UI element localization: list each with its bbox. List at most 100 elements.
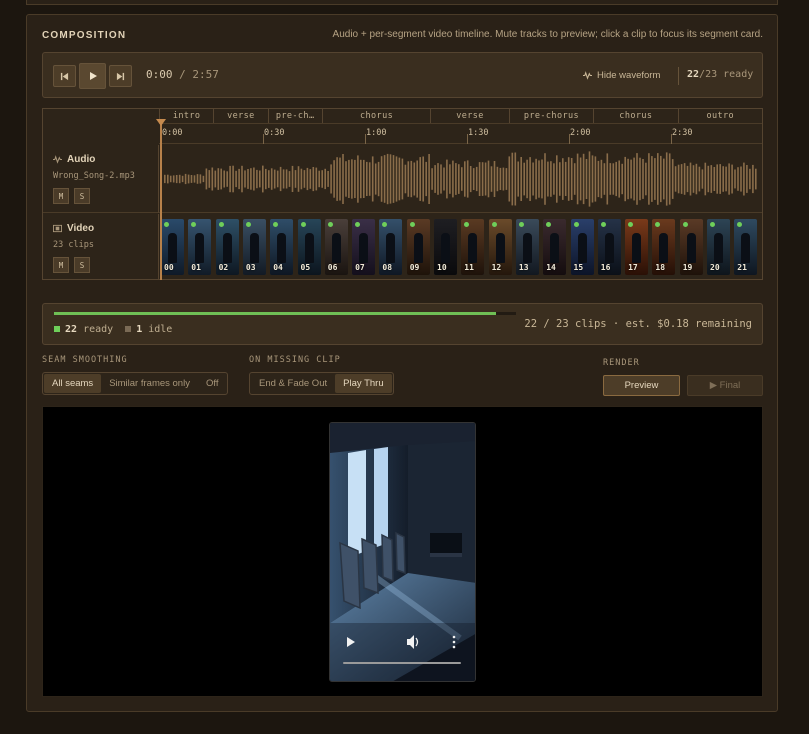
clip-thumbnail[interactable]: 01 — [188, 219, 212, 275]
clip-thumbnail[interactable]: 06 — [324, 219, 348, 275]
clip-thumbnail[interactable]: 18 — [652, 219, 676, 275]
audio-solo-button[interactable]: S — [74, 188, 90, 204]
segment-label[interactable]: outro — [677, 109, 762, 123]
clip-figure — [413, 233, 423, 263]
missing-option-fade[interactable]: End & Fade Out — [251, 374, 335, 393]
segment-label[interactable]: verse — [430, 109, 508, 123]
missing-option-play-thru[interactable]: Play Thru — [335, 374, 392, 393]
segment-label[interactable]: intro — [159, 109, 213, 123]
clip-thumbnail[interactable]: 21 — [734, 219, 758, 275]
clip-number: 04 — [273, 263, 283, 272]
clip-ready-dot — [573, 222, 579, 227]
clip-thumbnail[interactable]: 09 — [406, 219, 430, 275]
clip-figure — [386, 233, 396, 263]
progress-bar-fill — [54, 312, 496, 315]
clip-number: 17 — [628, 263, 638, 272]
clip-thumbnail[interactable]: 14 — [543, 219, 567, 275]
clip-figure — [659, 233, 669, 263]
skip-forward-button[interactable] — [109, 65, 132, 87]
ready-count: 22 — [687, 69, 700, 80]
clip-thumbnail[interactable]: 17 — [625, 219, 649, 275]
waveform-icon — [583, 71, 592, 80]
clip-figure — [195, 233, 205, 263]
play-button[interactable] — [79, 63, 106, 89]
final-render-button[interactable]: ▶ Final — [687, 375, 763, 396]
clip-thumbnail[interactable]: 02 — [215, 219, 239, 275]
clip-thumbnail[interactable]: 13 — [515, 219, 539, 275]
clip-figure — [741, 233, 751, 263]
clip-thumbnail[interactable]: 05 — [297, 219, 321, 275]
clip-thumbnail[interactable]: 16 — [597, 219, 621, 275]
clip-number: 19 — [682, 263, 693, 272]
playhead[interactable] — [160, 120, 162, 280]
video-player[interactable] — [329, 422, 476, 682]
ready-legend: 22 ready — [54, 324, 113, 335]
clip-thumbnail[interactable]: 15 — [570, 219, 594, 275]
clip-thumbnail[interactable]: 20 — [707, 219, 730, 275]
generation-progress: 22 ready 1 idle 22 / 23 clips · est. $0.… — [42, 303, 763, 345]
time-separator: / — [179, 68, 186, 81]
clip-thumbnail[interactable]: 11 — [461, 219, 485, 275]
current-time: 0:00 — [146, 68, 173, 81]
video-solo-button[interactable]: S — [74, 257, 90, 273]
previous-panel-edge — [26, 0, 778, 5]
clip-ready-dot — [682, 222, 688, 227]
clip-figure — [686, 233, 696, 263]
clip-thumbnail[interactable]: 19 — [679, 219, 703, 275]
clip-figure — [222, 233, 232, 263]
segment-label[interactable]: verse — [213, 109, 267, 123]
time-ruler[interactable]: 0:00 0:30 1:00 1:30 2:00 2:30 — [159, 125, 762, 144]
clip-thumbnail[interactable]: 08 — [379, 219, 403, 275]
video-frame — [330, 423, 475, 681]
play-icon — [89, 72, 97, 80]
clip-ready-dot — [518, 222, 524, 227]
clip-thumbnail[interactable]: 07 — [352, 219, 376, 275]
audio-mute-button[interactable]: M — [53, 188, 69, 204]
clip-number: 03 — [245, 263, 256, 272]
seam-option-similar[interactable]: Similar frames only — [101, 374, 198, 393]
clip-thumbnail[interactable]: 12 — [488, 219, 512, 275]
clip-number: 01 — [191, 263, 201, 272]
clip-figure — [714, 233, 723, 263]
progress-bar — [54, 312, 516, 315]
segment-label[interactable]: pre-chorus — [508, 109, 593, 123]
clip-thumbnail[interactable]: 03 — [242, 219, 266, 275]
clip-thumbnail[interactable]: 04 — [270, 219, 294, 275]
clip-ready-dot — [491, 222, 497, 227]
ready-total: /23 ready — [699, 69, 754, 80]
segment-label[interactable]: chorus — [593, 109, 677, 123]
clip-thumbnail[interactable]: 00 — [161, 219, 184, 275]
clip-figure — [550, 233, 560, 263]
panel-subtitle: Audio + per-segment video timeline. Mute… — [332, 29, 763, 40]
idle-legend: 1 idle — [125, 324, 172, 335]
seam-option-all[interactable]: All seams — [44, 374, 102, 393]
progress-legend: 22 ready 1 idle — [54, 324, 172, 335]
preview-render-button[interactable]: Preview — [603, 375, 680, 396]
clip-figure — [249, 233, 259, 263]
segment-label[interactable]: chorus — [321, 109, 431, 123]
clip-ready-dot — [218, 222, 224, 227]
video-clip-count: 23 clips — [53, 240, 94, 250]
audio-file-name: Wrong_Song-2.mp3 — [53, 171, 135, 181]
skip-back-button[interactable] — [53, 65, 76, 87]
video-mute-button[interactable]: M — [53, 257, 69, 273]
clip-thumbnail[interactable]: 10 — [434, 219, 457, 275]
clip-figure — [331, 233, 341, 263]
seam-option-off[interactable]: Off — [198, 374, 227, 393]
ruler-tick-label: 0:00 — [162, 128, 183, 138]
render-label: RENDER — [603, 358, 640, 368]
more-options-icon — [452, 635, 456, 639]
hide-waveform-toggle[interactable]: Hide waveform — [583, 70, 660, 81]
seam-smoothing-label: SEAM SMOOTHING — [42, 355, 128, 365]
clip-figure — [522, 233, 532, 263]
missing-clip-selector: End & Fade Out Play Thru — [249, 372, 394, 395]
clip-figure — [277, 233, 287, 263]
clip-number: 12 — [491, 263, 502, 272]
playhead-handle[interactable] — [156, 119, 166, 126]
clip-figure — [632, 233, 642, 263]
missing-clip-label: ON MISSING CLIP — [249, 355, 341, 365]
clip-figure — [441, 233, 450, 263]
segment-label[interactable]: pre-ch… — [267, 109, 322, 123]
audio-waveform[interactable] — [160, 145, 762, 213]
clip-figure — [168, 233, 177, 263]
